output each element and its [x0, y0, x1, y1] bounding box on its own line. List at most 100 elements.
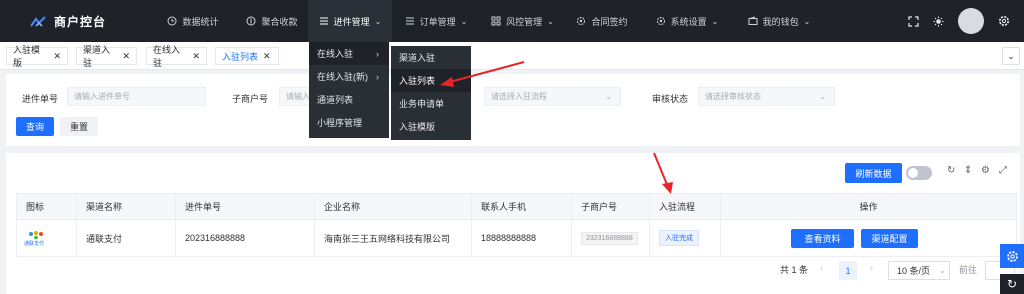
nav-label: 合同签约 [591, 16, 628, 27]
floating-settings-button[interactable] [1000, 244, 1024, 268]
nav-label: 订单管理 [419, 16, 456, 27]
goto-label: 前往 [959, 265, 978, 275]
tab-label: 在线入驻 [153, 45, 181, 68]
audit-status-select[interactable]: 请选择审核状态 ⌄ [698, 87, 835, 106]
submenu-item-business-application[interactable]: 业务申请单 [391, 92, 471, 115]
column-header: 企业名称 [314, 193, 472, 220]
channel-logo-cell: 通联支付 [16, 219, 77, 257]
chevron-down-icon: ⌄ [547, 16, 554, 26]
column-header: 操作 [720, 193, 1017, 220]
submenu-item-channel-onboarding[interactable]: 渠道入驻 [391, 46, 471, 69]
channel-name-cell: 通联支付 [76, 219, 176, 257]
chevron-down-icon: ⌄ [374, 16, 382, 26]
nav-wallet[interactable]: 我的钱包 ⌄ [735, 0, 823, 42]
nav-label: 进件管理 [333, 16, 370, 27]
data-table: 图标 渠道名称 进件单号 企业名称 联系人手机 子商户号 入驻流程 操作 通联支… [16, 193, 1017, 257]
column-header: 入驻流程 [649, 193, 721, 220]
close-icon[interactable]: ✕ [53, 51, 61, 62]
tab-channel-onboarding[interactable]: 渠道入驻 ✕ [76, 45, 137, 68]
page-size-select[interactable]: 10 条/页 ⌄ [888, 261, 950, 280]
column-header: 子商户号 [571, 193, 650, 220]
nav-contract[interactable]: 合同签约 [565, 0, 639, 42]
circle-dollar-icon [246, 16, 256, 26]
nav-label: 数据统计 [182, 16, 219, 27]
order-no-input[interactable]: 请输入进件单号 [67, 87, 206, 106]
gear-icon[interactable]: ⚙ [981, 165, 990, 176]
submenu-item-onboarding-template[interactable]: 入驻模版 [391, 115, 471, 138]
nav-onboarding[interactable]: 进件管理 ⌄ [308, 0, 392, 42]
avatar[interactable] [958, 8, 984, 34]
flow-select[interactable]: 请选择入驻流程 ⌄ [484, 87, 621, 106]
tab-onboarding-list[interactable]: 入驻列表 ✕ [215, 47, 279, 65]
sub-merchant-badge: 232316888888 [581, 231, 638, 245]
logo[interactable]: 商户控台 [30, 13, 106, 30]
clock-icon [167, 16, 177, 26]
query-button[interactable]: 查询 [16, 117, 54, 136]
settings-gear-icon[interactable] [998, 15, 1010, 27]
chevron-down-icon: ⌄ [803, 16, 811, 26]
toggle-switch[interactable] [906, 166, 932, 180]
order-no-label: 进件单号 [22, 94, 59, 104]
flow-cell: 入驻完成 [649, 219, 721, 257]
column-height-icon[interactable]: ⇕ [964, 165, 972, 176]
submenu-item-onboarding-list[interactable]: 入驻列表 [391, 69, 471, 92]
menu-item-miniprogram[interactable]: 小程序管理 [309, 111, 389, 134]
gear-icon [656, 17, 665, 25]
close-icon[interactable]: ✕ [122, 51, 130, 62]
chevron-down-icon: ⌄ [939, 266, 946, 275]
column-header: 联系人手机 [471, 193, 572, 220]
nav-data-stats[interactable]: 数据统计 [150, 0, 236, 42]
column-header: 图标 [16, 193, 77, 220]
page-number-current[interactable]: 1 [839, 261, 857, 280]
sun-icon[interactable] [933, 16, 944, 27]
prev-page-button[interactable]: ‹ [820, 263, 823, 273]
phone-cell: 18888888888 [471, 219, 572, 257]
flow-status-badge: 入驻完成 [659, 230, 699, 246]
tabs-bar: 入驻模版 ✕ 渠道入驻 ✕ 在线入驻 ✕ 入驻列表 ✕ ⌄ [0, 42, 1024, 70]
fullscreen-icon[interactable]: ⤢ [999, 165, 1007, 176]
floating-refresh-button[interactable]: ↻ [1000, 274, 1024, 294]
list-icon [319, 17, 328, 25]
tab-label: 渠道入驻 [83, 45, 111, 68]
filter-panel: 进件单号 请输入进件单号 子商户号 请输入 请选择入驻流程 ⌄ 审核状态 请选择审… [6, 74, 1020, 146]
close-icon[interactable]: ✕ [192, 51, 200, 62]
menu-item-online-onboarding[interactable]: 在线入驻 › [309, 42, 389, 65]
header-actions [908, 0, 1010, 42]
chevron-down-icon: ⌄ [711, 16, 719, 26]
chevron-right-icon: › [376, 71, 379, 82]
list-icon [405, 17, 414, 25]
nav-label: 聚合收款 [261, 16, 298, 27]
main-nav: 数据统计 聚合收款 进件管理 ⌄ 订单管理 ⌄ 风控管理 ⌄ 合同签约 系统设置 [150, 0, 823, 42]
menu-item-channel-list[interactable]: 通道列表 [309, 88, 389, 111]
nav-label: 风控管理 [506, 16, 543, 27]
nav-orders[interactable]: 订单管理 ⌄ [392, 0, 480, 42]
refresh-icon[interactable]: ↻ [947, 165, 955, 176]
app-title: 商户控台 [54, 15, 107, 29]
nav-label: 系统设置 [670, 16, 707, 27]
close-icon[interactable]: ✕ [263, 51, 271, 62]
audit-status-label: 审核状态 [652, 94, 689, 104]
fullscreen-icon[interactable] [908, 15, 919, 27]
nav-risk[interactable]: 风控管理 ⌄ [480, 0, 565, 42]
tab-online-onboarding[interactable]: 在线入驻 ✕ [146, 45, 207, 68]
refresh-data-button[interactable]: 刷新数据 [845, 163, 902, 183]
tab-label: 入驻模版 [13, 45, 41, 68]
top-navbar: 商户控台 数据统计 聚合收款 进件管理 ⌄ 订单管理 ⌄ 风控管理 ⌄ 合同签约 [0, 0, 1024, 42]
chevron-down-icon: ⌄ [819, 92, 826, 101]
reset-button[interactable]: 重置 [60, 117, 98, 136]
tab-onboarding-template[interactable]: 入驻模版 ✕ [6, 45, 68, 68]
logo-text: 通联支付 [24, 241, 45, 247]
nav-label: 我的钱包 [762, 16, 799, 27]
onboarding-dropdown-menu: 在线入驻 › 在线入驻(新) › 通道列表 小程序管理 [309, 42, 389, 138]
nav-system-settings[interactable]: 系统设置 ⌄ [639, 0, 735, 42]
tab-label: 入驻列表 [222, 51, 259, 62]
tabs-more-button[interactable]: ⌄ [1002, 47, 1020, 65]
next-page-button[interactable]: › [870, 263, 873, 273]
table-header-row: 图标 渠道名称 进件单号 企业名称 联系人手机 子商户号 入驻流程 操作 [16, 193, 1017, 220]
sub-merchant-label: 子商户号 [232, 94, 269, 104]
gear-icon [1006, 250, 1018, 262]
nav-aggregate-payment[interactable]: 聚合收款 [236, 0, 308, 42]
view-details-button[interactable]: 查看资料 [791, 228, 854, 248]
channel-config-button[interactable]: 渠道配置 [861, 228, 918, 248]
menu-item-online-onboarding-new[interactable]: 在线入驻(新) › [309, 65, 389, 88]
